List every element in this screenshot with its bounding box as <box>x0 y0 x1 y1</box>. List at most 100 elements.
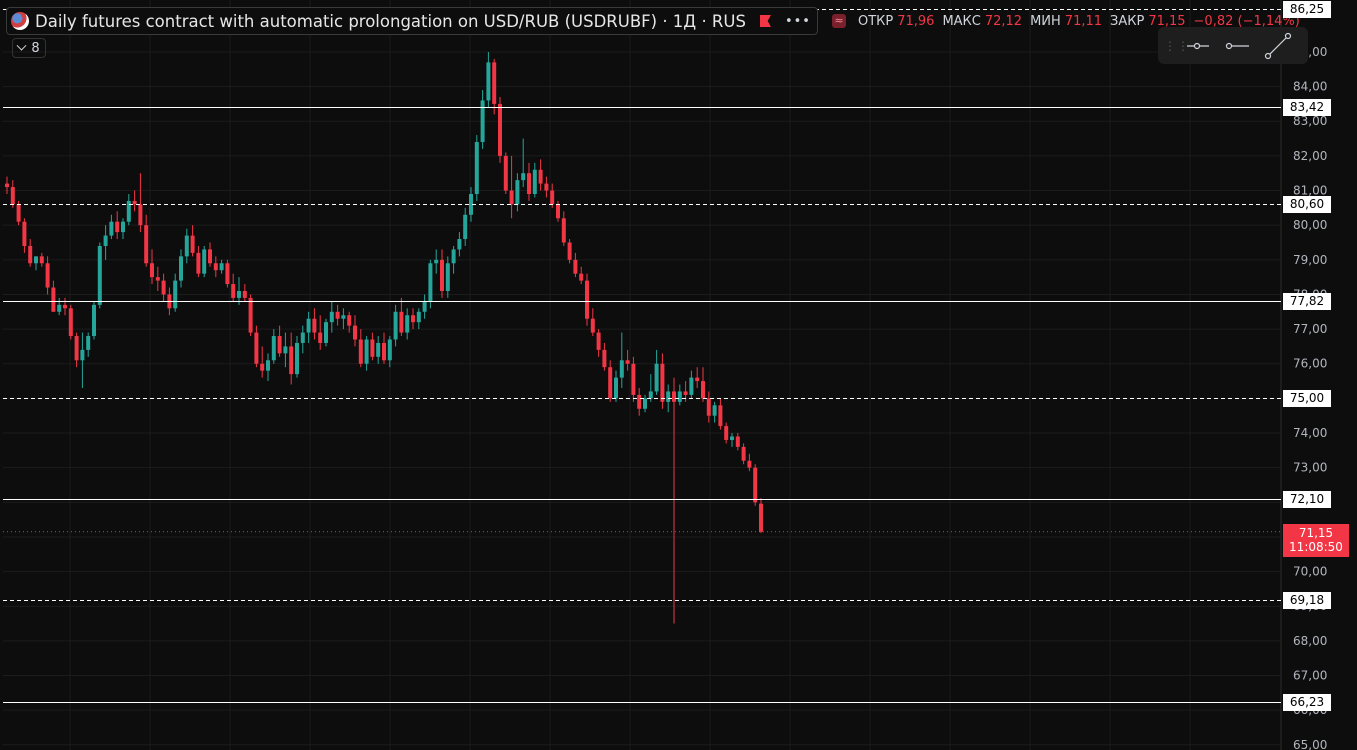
candle[interactable] <box>10 180 15 208</box>
candle[interactable] <box>503 152 508 194</box>
candle[interactable] <box>538 159 543 191</box>
candle[interactable] <box>34 256 38 271</box>
symbol-title-box[interactable]: Daily futures contract with automatic pr… <box>6 7 818 35</box>
candle[interactable] <box>677 384 682 406</box>
candle[interactable] <box>701 367 705 402</box>
candle[interactable] <box>654 349 659 395</box>
candle[interactable] <box>532 162 537 198</box>
candle[interactable] <box>103 225 108 260</box>
candle[interactable] <box>45 256 50 295</box>
candle[interactable] <box>416 308 421 330</box>
candle[interactable] <box>730 433 734 447</box>
candle[interactable] <box>411 308 415 330</box>
candle[interactable] <box>97 242 102 309</box>
horizontal-ray-icon[interactable] <box>1178 31 1218 61</box>
candle[interactable] <box>759 498 763 534</box>
candle[interactable] <box>295 336 299 378</box>
candle[interactable] <box>492 58 497 115</box>
level-price-label[interactable]: 72,10 <box>1283 491 1331 508</box>
candle[interactable] <box>422 294 427 319</box>
candle[interactable] <box>63 297 67 316</box>
candle[interactable] <box>324 318 328 347</box>
candle[interactable] <box>486 51 491 108</box>
candle[interactable] <box>712 401 717 423</box>
candle[interactable] <box>277 325 282 357</box>
candle[interactable] <box>596 329 601 357</box>
candle[interactable] <box>498 96 502 163</box>
candle[interactable] <box>747 453 752 472</box>
candle[interactable] <box>579 266 584 285</box>
candle[interactable] <box>318 315 323 350</box>
level-price-label[interactable]: 66,23 <box>1283 694 1331 711</box>
candle[interactable] <box>184 228 189 264</box>
candle[interactable] <box>115 211 120 240</box>
level-price-label[interactable]: 77,82 <box>1283 293 1331 310</box>
candle[interactable] <box>718 398 723 430</box>
candle[interactable] <box>515 173 520 212</box>
flag-marker-icon[interactable] <box>759 15 771 27</box>
candle[interactable] <box>689 370 694 399</box>
candle[interactable] <box>387 336 392 368</box>
candle[interactable] <box>74 332 79 368</box>
horizontal-line-icon[interactable] <box>1218 31 1258 61</box>
candle[interactable] <box>451 245 456 274</box>
candle[interactable] <box>474 135 479 201</box>
candle[interactable] <box>202 245 207 278</box>
candle[interactable] <box>22 218 27 253</box>
candle[interactable] <box>341 308 346 330</box>
candle[interactable] <box>544 176 549 198</box>
candle[interactable] <box>271 329 276 364</box>
candle[interactable] <box>150 249 154 285</box>
candle[interactable] <box>289 332 294 385</box>
candle[interactable] <box>625 349 630 371</box>
candle[interactable] <box>92 301 96 340</box>
candle[interactable] <box>382 332 386 364</box>
candle[interactable] <box>126 193 131 226</box>
candle[interactable] <box>219 259 224 274</box>
level-price-label[interactable]: 83,42 <box>1283 99 1331 116</box>
candle[interactable] <box>335 304 340 326</box>
candle[interactable] <box>358 329 363 368</box>
candle[interactable] <box>329 301 334 333</box>
candle[interactable] <box>254 325 259 368</box>
candle[interactable] <box>80 332 85 388</box>
candle[interactable] <box>364 336 369 371</box>
candle[interactable] <box>173 273 178 312</box>
candle[interactable] <box>86 332 91 357</box>
candle[interactable] <box>695 367 700 388</box>
candle[interactable] <box>648 374 653 402</box>
candle[interactable] <box>637 387 642 416</box>
symbol-title[interactable]: Daily futures contract with automatic pr… <box>35 12 746 31</box>
candle[interactable] <box>266 353 270 382</box>
candle[interactable] <box>614 370 618 402</box>
candle[interactable] <box>521 138 526 188</box>
candle[interactable] <box>248 294 253 337</box>
candle[interactable] <box>643 394 647 413</box>
candle[interactable] <box>434 249 439 274</box>
trend-line-icon[interactable] <box>1258 31 1298 61</box>
candle[interactable] <box>440 249 444 298</box>
candle[interactable] <box>353 315 357 347</box>
candle[interactable] <box>51 280 56 312</box>
candle[interactable] <box>121 218 125 240</box>
candle[interactable] <box>179 249 183 288</box>
candle[interactable] <box>602 342 607 371</box>
candle[interactable] <box>208 242 212 267</box>
candle[interactable] <box>480 90 485 149</box>
candle[interactable] <box>57 297 62 316</box>
candle[interactable] <box>225 259 230 288</box>
level-price-label[interactable]: 69,18 <box>1283 592 1331 609</box>
more-options-icon[interactable]: ••• <box>785 14 811 29</box>
candle[interactable] <box>370 332 375 361</box>
level-price-label[interactable]: 80,60 <box>1283 196 1331 213</box>
candle[interactable] <box>463 207 468 246</box>
candle[interactable] <box>39 252 44 267</box>
candle[interactable] <box>260 346 265 378</box>
candle[interactable] <box>138 173 143 233</box>
candle[interactable] <box>155 266 160 291</box>
candle[interactable] <box>5 176 9 194</box>
indicators-toggle-button[interactable]: 8 <box>12 38 46 58</box>
candle[interactable] <box>109 214 114 240</box>
candle[interactable] <box>196 245 201 278</box>
candle[interactable] <box>561 211 566 246</box>
